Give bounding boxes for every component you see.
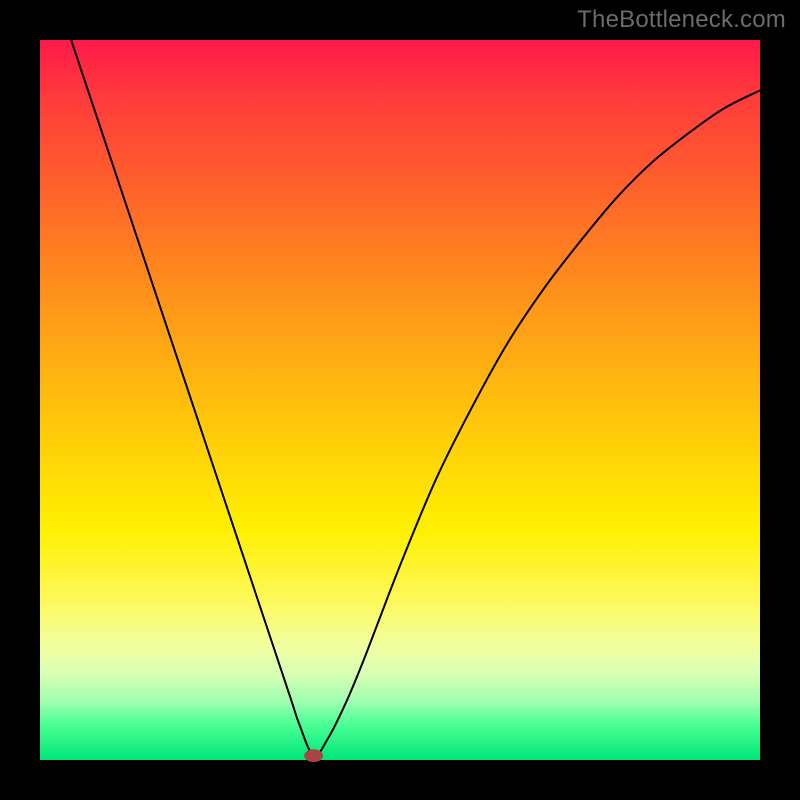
plot-area <box>40 40 760 760</box>
bottleneck-curve <box>40 0 760 756</box>
watermark-text: TheBottleneck.com <box>577 6 786 34</box>
minimum-marker <box>304 749 323 762</box>
chart-frame: TheBottleneck.com <box>0 0 800 800</box>
curve-layer <box>40 40 760 760</box>
